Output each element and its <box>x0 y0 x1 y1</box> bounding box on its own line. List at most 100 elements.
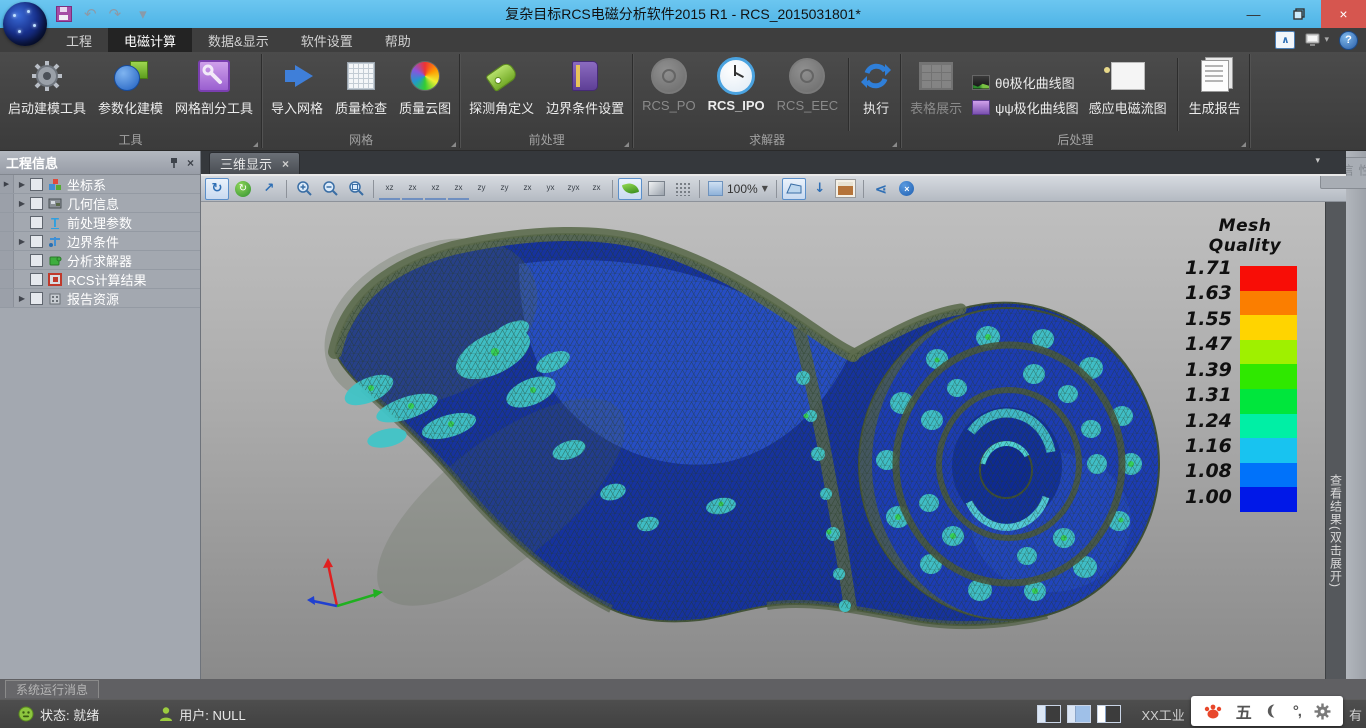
view-orientation-button-6[interactable]: zy <box>494 178 515 200</box>
dialog-launcher-icon[interactable] <box>1241 142 1246 147</box>
share-view-button[interactable]: ⋖ <box>869 178 893 200</box>
execute-button[interactable]: 执行 <box>854 56 898 133</box>
tab-close-icon[interactable]: × <box>282 157 289 171</box>
quality-cloud-map-button[interactable]: 质量云图 <box>393 56 457 133</box>
fit-view-button[interactable]: ↗ <box>257 178 281 200</box>
tree-item-coordinate-system[interactable]: ▶ ▶ 坐标系 <box>0 175 200 194</box>
zoom-dropdown-icon[interactable]: ▼ <box>762 184 768 193</box>
row-header[interactable] <box>0 232 14 250</box>
view-orientation-button-8[interactable]: yx <box>540 178 561 200</box>
section-view-button[interactable] <box>782 178 806 200</box>
layout-toggle-left-icon[interactable] <box>1037 705 1061 723</box>
rotate-view-button[interactable]: ↻ <box>205 178 229 200</box>
tree-item-preprocess-params[interactable]: T 前处理参数 <box>0 213 200 232</box>
clear-view-button[interactable]: × <box>895 178 919 200</box>
tree-item-boundary-conditions[interactable]: ▶ 边界条件 <box>0 232 200 251</box>
rcs-po-button[interactable]: RCS_PO <box>636 56 701 133</box>
rcs-ipo-button[interactable]: RCS_IPO <box>702 56 771 133</box>
display-style-dropdown-icon[interactable]: ▾ <box>1324 35 1329 45</box>
save-view-button[interactable]: ↓ <box>808 178 832 200</box>
row-header[interactable] <box>0 289 14 307</box>
checkbox[interactable] <box>30 292 43 305</box>
psi-polarization-curve-button[interactable]: ψψ极化曲线图 <box>972 98 1079 117</box>
detection-angle-button[interactable]: 探测角定义 <box>463 56 540 133</box>
ime-mode-label[interactable]: 五 <box>1236 699 1252 723</box>
rcs-eec-button[interactable]: RCS_EEC <box>771 56 844 133</box>
minimize-button[interactable]: — <box>1231 0 1276 28</box>
mesh-model[interactable] <box>201 202 1325 679</box>
row-header[interactable] <box>0 213 14 231</box>
wireframe-view-button[interactable] <box>644 178 668 200</box>
start-modeling-tool-button[interactable]: 启动建模工具 <box>2 56 92 133</box>
3d-canvas[interactable]: Mesh Quality 1.711.63 1.551.47 1.391.31 … <box>201 202 1325 679</box>
expander-icon[interactable]: ▶ <box>14 199 30 208</box>
row-header[interactable] <box>0 251 14 269</box>
tree-item-report-resources[interactable]: ▶ 报告资源 <box>0 289 200 308</box>
ime-settings-gear-icon[interactable] <box>1314 703 1331 720</box>
shaded-view-button[interactable] <box>618 178 642 200</box>
close-button[interactable]: × <box>1321 0 1366 28</box>
view-orientation-button-7[interactable]: zx <box>517 178 538 200</box>
ime-moon-icon[interactable] <box>1265 703 1280 719</box>
view-orientation-button-2[interactable]: zx <box>402 178 423 200</box>
tree-item-geometry-info[interactable]: ▶ 几何信息 <box>0 194 200 213</box>
row-header[interactable] <box>0 194 14 212</box>
collapse-ribbon-icon[interactable]: ∧ <box>1275 31 1295 49</box>
checkbox[interactable] <box>30 254 43 267</box>
checkbox[interactable] <box>30 216 43 229</box>
row-header[interactable]: ▶ <box>0 175 14 193</box>
ime-paw-icon[interactable] <box>1203 702 1223 720</box>
mesh-partition-tool-button[interactable]: 网格剖分工具 <box>169 56 259 133</box>
checkbox[interactable] <box>30 273 43 286</box>
ime-toolbar[interactable]: 五 °, <box>1191 696 1343 726</box>
tab-software-settings[interactable]: 软件设置 <box>285 28 369 52</box>
pin-icon[interactable] <box>169 157 179 169</box>
checkbox[interactable] <box>30 197 43 210</box>
app-logo-icon[interactable] <box>3 2 47 46</box>
display-style-icon[interactable]: ▾ <box>1305 33 1329 48</box>
expander-icon[interactable]: ▶ <box>14 237 30 246</box>
induced-current-map-button[interactable]: 感应电磁流图 <box>1083 56 1173 133</box>
tab-data-display[interactable]: 数据&显示 <box>192 28 285 52</box>
tab-project[interactable]: 工程 <box>50 28 108 52</box>
tree-item-analysis-solver[interactable]: 分析求解器 <box>0 251 200 270</box>
row-header[interactable] <box>0 270 14 288</box>
dialog-launcher-icon[interactable] <box>624 142 629 147</box>
view-orientation-button-4[interactable]: zx <box>448 178 469 200</box>
ime-punctuation-icon[interactable]: °, <box>1293 703 1301 720</box>
view-orientation-button-3[interactable]: xz <box>425 178 446 200</box>
view-orientation-button-9[interactable]: zyx <box>563 178 584 200</box>
quality-check-button[interactable]: 质量检查 <box>329 56 393 133</box>
dialog-launcher-icon[interactable] <box>253 142 258 147</box>
system-messages-collapsed-tab[interactable]: 系统运行消息 <box>5 680 99 698</box>
expander-icon[interactable]: ▶ <box>14 294 30 303</box>
orbit-view-button[interactable]: ↻ <box>231 178 255 200</box>
parametric-modeling-button[interactable]: 参数化建模 <box>92 56 169 133</box>
help-icon[interactable]: ? <box>1339 31 1358 50</box>
boundary-condition-button[interactable]: 边界条件设置 <box>540 56 630 133</box>
layout-toggle-right-icon[interactable] <box>1097 705 1121 723</box>
zoom-extents-button[interactable] <box>344 178 368 200</box>
dialog-launcher-icon[interactable] <box>451 142 456 147</box>
tab-list-dropdown-icon[interactable]: ▾ <box>1315 156 1320 166</box>
panel-close-icon[interactable]: × <box>187 156 194 170</box>
table-display-button[interactable]: 表格展示 <box>904 56 968 133</box>
tab-3d-display[interactable]: 三维显示 × <box>209 152 300 174</box>
import-mesh-button[interactable]: 导入网格 <box>265 56 329 133</box>
checkbox[interactable] <box>30 178 43 191</box>
tab-help[interactable]: 帮助 <box>369 28 427 52</box>
mesh-grid-view-button[interactable] <box>670 178 694 200</box>
checkbox[interactable] <box>30 235 43 248</box>
expander-icon[interactable]: ▶ <box>14 180 30 189</box>
theta-polarization-curve-button[interactable]: θθ极化曲线图 <box>972 73 1079 92</box>
view-orientation-button-5[interactable]: zy <box>471 178 492 200</box>
tab-em-computation[interactable]: 电磁计算 <box>108 28 192 52</box>
view-orientation-button-1[interactable]: xz <box>379 178 400 200</box>
zoom-level-select[interactable]: 100% ▼ <box>705 181 771 196</box>
generate-report-button[interactable]: 生成报告 <box>1183 56 1247 133</box>
tree-item-rcs-results[interactable]: RCS计算结果 <box>0 270 200 289</box>
snapshot-button[interactable] <box>834 178 858 200</box>
layout-toggle-center-icon[interactable] <box>1067 705 1091 723</box>
view-orientation-button-10[interactable]: zx <box>586 178 607 200</box>
zoom-in-button[interactable] <box>292 178 316 200</box>
